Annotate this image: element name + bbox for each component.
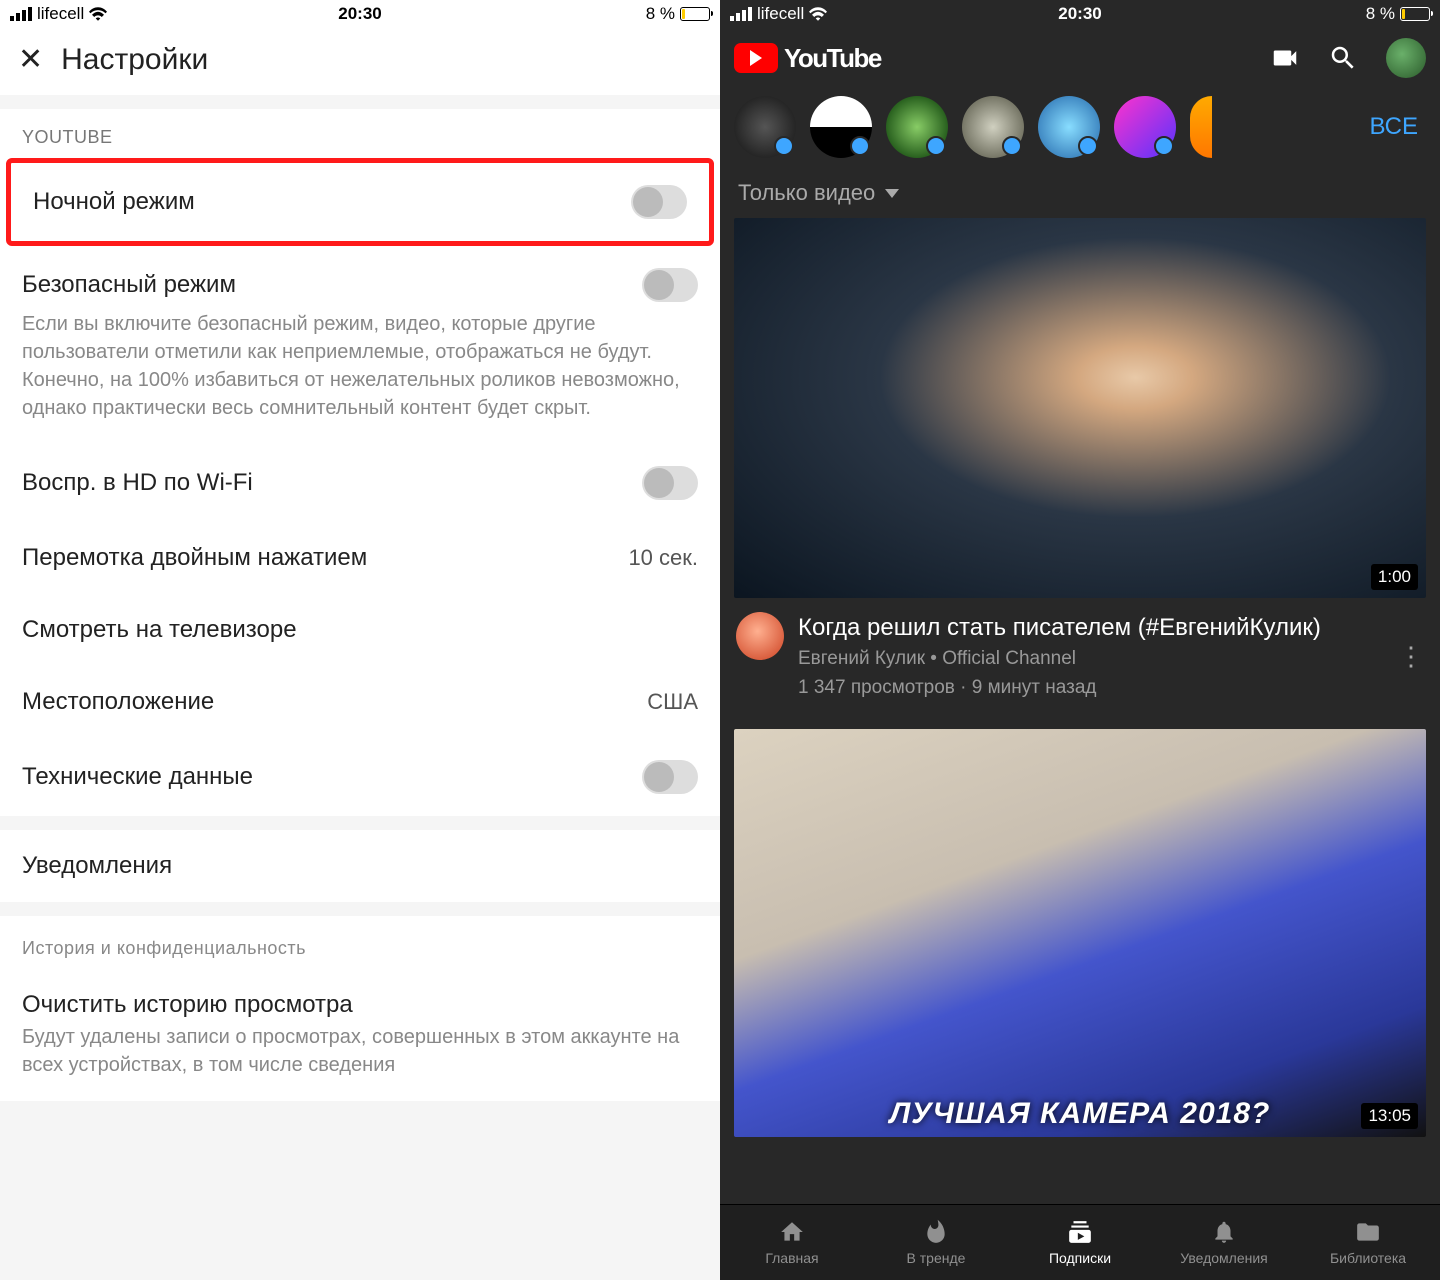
channel-avatar[interactable] bbox=[1114, 96, 1176, 158]
nav-home-label: Главная bbox=[765, 1250, 818, 1266]
history-section-label: История и конфиденциальность bbox=[0, 916, 720, 969]
video-stats: 1 347 просмотров · 9 минут назад bbox=[798, 676, 1384, 701]
search-icon[interactable] bbox=[1328, 43, 1358, 73]
status-time: 20:30 bbox=[338, 4, 381, 24]
clear-history-label: Очистить историю просмотра bbox=[22, 991, 353, 1019]
bottom-nav: Главная В тренде Подписки Уведомления Би… bbox=[720, 1204, 1440, 1280]
video-title[interactable]: Когда решил стать писателем (#ЕвгенийКул… bbox=[798, 612, 1384, 643]
nav-notif-label: Уведомления bbox=[1180, 1250, 1268, 1266]
battery-icon bbox=[680, 7, 710, 21]
fire-icon bbox=[922, 1219, 950, 1245]
status-bar-light: lifecell 20:30 8 % bbox=[0, 0, 720, 28]
channel-strip[interactable]: ВСЕ bbox=[720, 88, 1440, 166]
tech-row[interactable]: Технические данные bbox=[0, 738, 720, 816]
bell-icon bbox=[1210, 1219, 1238, 1245]
carrier-label: lifecell bbox=[757, 4, 804, 24]
youtube-settings-group: YOUTUBE Ночной режим Безопасный режим Ес… bbox=[0, 109, 720, 816]
chevron-down-icon bbox=[885, 189, 899, 198]
account-avatar[interactable] bbox=[1386, 38, 1426, 78]
all-channels-button[interactable]: ВСЕ bbox=[1369, 113, 1426, 141]
signal-icon bbox=[730, 7, 752, 21]
youtube-header: YouTube bbox=[720, 28, 1440, 88]
channel-avatar[interactable] bbox=[734, 96, 796, 158]
nav-home[interactable]: Главная bbox=[720, 1205, 864, 1280]
nav-library-label: Библиотека bbox=[1330, 1250, 1406, 1266]
night-mode-row[interactable]: Ночной режим bbox=[11, 163, 709, 241]
tech-label: Технические данные bbox=[22, 763, 253, 791]
night-mode-label: Ночной режим bbox=[33, 188, 195, 216]
notifications-label: Уведомления bbox=[22, 852, 172, 880]
video-meta: Когда решил стать писателем (#ЕвгенийКул… bbox=[734, 598, 1426, 701]
close-icon[interactable]: ✕ bbox=[18, 42, 43, 77]
filter-dropdown[interactable]: Только видео bbox=[720, 166, 1440, 218]
history-group: История и конфиденциальность Очистить ис… bbox=[0, 916, 720, 1101]
wifi-icon bbox=[89, 7, 107, 21]
settings-header: ✕ Настройки bbox=[0, 28, 720, 95]
location-label: Местоположение bbox=[22, 688, 214, 716]
status-bar-dark: lifecell 20:30 8 % bbox=[720, 0, 1440, 28]
page-title: Настройки bbox=[61, 43, 208, 77]
youtube-subscriptions-screen: lifecell 20:30 8 % YouTube ВСЕ Только ви… bbox=[720, 0, 1440, 1280]
video-duration: 1:00 bbox=[1371, 564, 1418, 590]
tech-toggle[interactable] bbox=[642, 760, 698, 794]
channel-avatar[interactable] bbox=[810, 96, 872, 158]
battery-icon bbox=[1400, 7, 1430, 21]
settings-screen: lifecell 20:30 8 % ✕ Настройки YOUTUBE Н… bbox=[0, 0, 720, 1280]
hd-wifi-toggle[interactable] bbox=[642, 466, 698, 500]
night-mode-toggle[interactable] bbox=[631, 185, 687, 219]
channel-avatar[interactable] bbox=[1190, 96, 1212, 158]
location-row[interactable]: Местоположение США bbox=[0, 666, 720, 738]
double-tap-label: Перемотка двойным нажатием bbox=[22, 544, 367, 572]
video-card[interactable]: 1:00 Когда решил стать писателем (#Евген… bbox=[734, 218, 1426, 701]
restricted-toggle[interactable] bbox=[642, 268, 698, 302]
notifications-row[interactable]: Уведомления bbox=[0, 830, 720, 902]
thumbnail-caption: ЛУЧШАЯ КАМЕРА 2018? bbox=[890, 1097, 1271, 1131]
channel-avatar[interactable] bbox=[1038, 96, 1100, 158]
tv-row[interactable]: Смотреть на телевизоре bbox=[0, 594, 720, 666]
video-duration: 13:05 bbox=[1361, 1103, 1418, 1129]
status-time: 20:30 bbox=[1058, 4, 1101, 24]
location-value: США bbox=[647, 689, 698, 715]
nav-trending-label: В тренде bbox=[907, 1250, 966, 1266]
nav-subscriptions[interactable]: Подписки bbox=[1008, 1205, 1152, 1280]
nav-trending[interactable]: В тренде bbox=[864, 1205, 1008, 1280]
video-thumbnail[interactable]: ЛУЧШАЯ КАМЕРА 2018? 13:05 bbox=[734, 729, 1426, 1137]
subscriptions-icon bbox=[1066, 1219, 1094, 1245]
carrier-label: lifecell bbox=[37, 4, 84, 24]
home-icon bbox=[778, 1219, 806, 1245]
youtube-play-icon bbox=[734, 43, 778, 73]
hd-wifi-label: Воспр. в HD по Wi-Fi bbox=[22, 469, 253, 497]
more-icon[interactable]: ⋮ bbox=[1398, 641, 1424, 672]
night-mode-highlight: Ночной режим bbox=[6, 158, 714, 246]
section-label: YOUTUBE bbox=[0, 109, 720, 158]
nav-library[interactable]: Библиотека bbox=[1296, 1205, 1440, 1280]
channel-avatar[interactable] bbox=[886, 96, 948, 158]
folder-icon bbox=[1354, 1219, 1382, 1245]
channel-avatar[interactable] bbox=[962, 96, 1024, 158]
restricted-mode-row[interactable]: Безопасный режим bbox=[0, 246, 720, 310]
clear-history-desc: Будут удалены записи о просмотрах, совер… bbox=[0, 1023, 720, 1101]
double-tap-row[interactable]: Перемотка двойным нажатием 10 сек. bbox=[0, 522, 720, 594]
restricted-label: Безопасный режим bbox=[22, 271, 236, 299]
camera-icon[interactable] bbox=[1270, 43, 1300, 73]
double-tap-value: 10 сек. bbox=[628, 545, 698, 571]
filter-label: Только видео bbox=[738, 180, 875, 206]
video-channel: Евгений Кулик • Official Channel bbox=[798, 647, 1384, 672]
clear-history-row[interactable]: Очистить историю просмотра bbox=[0, 969, 720, 1023]
battery-percent: 8 % bbox=[646, 4, 675, 24]
video-card[interactable]: ЛУЧШАЯ КАМЕРА 2018? 13:05 bbox=[734, 729, 1426, 1137]
nav-notifications[interactable]: Уведомления bbox=[1152, 1205, 1296, 1280]
signal-icon bbox=[10, 7, 32, 21]
video-thumbnail[interactable]: 1:00 bbox=[734, 218, 1426, 598]
channel-avatar-small[interactable] bbox=[736, 612, 784, 660]
wifi-icon bbox=[809, 7, 827, 21]
youtube-logo[interactable]: YouTube bbox=[734, 43, 881, 74]
nav-subs-label: Подписки bbox=[1049, 1250, 1111, 1266]
youtube-wordmark: YouTube bbox=[784, 43, 881, 74]
hd-wifi-row[interactable]: Воспр. в HD по Wi-Fi bbox=[0, 444, 720, 522]
notifications-group: Уведомления bbox=[0, 830, 720, 902]
tv-label: Смотреть на телевизоре bbox=[22, 616, 297, 644]
restricted-desc: Если вы включите безопасный режим, видео… bbox=[0, 310, 720, 444]
battery-percent: 8 % bbox=[1366, 4, 1395, 24]
